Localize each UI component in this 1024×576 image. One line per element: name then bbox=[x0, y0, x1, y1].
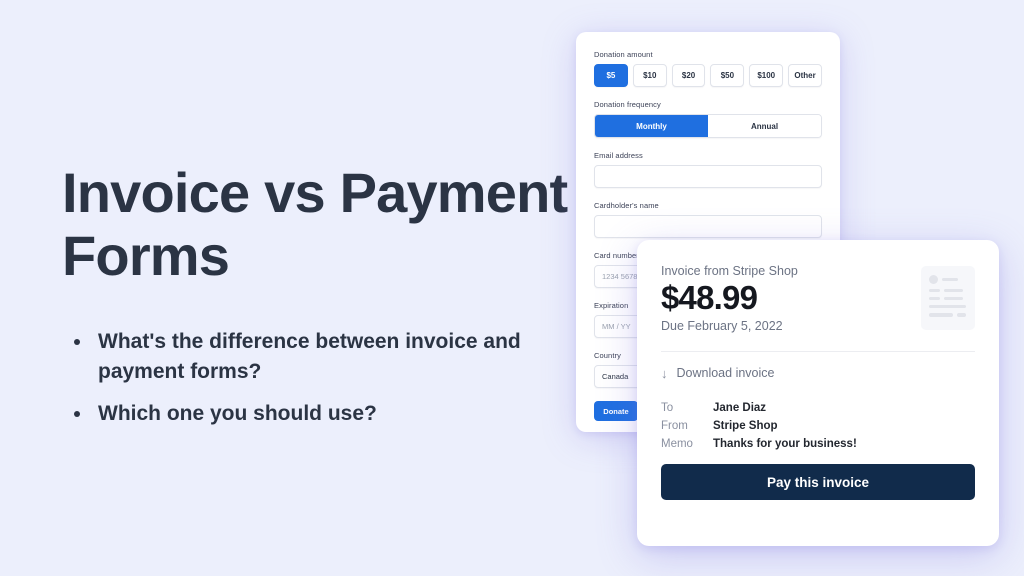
download-invoice-label: Download invoice bbox=[676, 366, 775, 381]
amount-option-50[interactable]: $50 bbox=[710, 64, 745, 87]
invoice-meta-row-to: To Jane Diaz bbox=[661, 402, 975, 414]
doc-bar bbox=[929, 289, 940, 292]
donate-button[interactable]: Donate bbox=[594, 401, 638, 421]
left-content: Invoice vs Payment Forms What's the diff… bbox=[62, 161, 582, 441]
divider bbox=[661, 351, 975, 353]
document-icon bbox=[921, 266, 975, 330]
meta-key: To bbox=[661, 402, 674, 415]
download-invoice-link[interactable]: ↓ Download invoice bbox=[661, 366, 975, 380]
doc-bar bbox=[942, 278, 958, 281]
donation-amount-label: Donation amount bbox=[594, 50, 653, 59]
cardholder-label: Cardholder's name bbox=[594, 201, 659, 210]
email-field[interactable] bbox=[594, 165, 822, 188]
list-item: Which one you should use? bbox=[62, 399, 562, 429]
amount-option-other[interactable]: Other bbox=[788, 64, 822, 87]
doc-bar bbox=[957, 313, 966, 317]
donation-frequency-label: Donation frequency bbox=[594, 100, 661, 109]
doc-bar bbox=[929, 297, 940, 300]
email-label: Email address bbox=[594, 151, 643, 160]
doc-icon-row bbox=[929, 289, 967, 292]
meta-value: Jane Diaz bbox=[713, 402, 767, 415]
amount-option-5[interactable]: $5 bbox=[594, 64, 628, 87]
doc-icon-row bbox=[929, 297, 967, 300]
slide-root: Invoice vs Payment Forms What's the diff… bbox=[0, 0, 1024, 576]
invoice-meta-row-memo: Memo Thanks for your business! bbox=[661, 438, 975, 450]
invoice-summary: Invoice from Stripe Shop $48.99 Due Febr… bbox=[661, 264, 798, 333]
meta-key: Memo bbox=[661, 438, 693, 451]
meta-value: Stripe Shop bbox=[713, 420, 778, 433]
doc-bar bbox=[929, 313, 953, 317]
doc-icon-row bbox=[929, 305, 967, 308]
invoice-meta-row-from: From Stripe Shop bbox=[661, 420, 975, 432]
meta-value: Thanks for your business! bbox=[713, 438, 857, 451]
invoice-header: Invoice from Stripe Shop $48.99 Due Febr… bbox=[661, 264, 975, 333]
cardholder-field[interactable] bbox=[594, 215, 822, 238]
doc-bar bbox=[929, 305, 966, 308]
arrow-down-icon: ↓ bbox=[661, 365, 668, 381]
pay-invoice-button[interactable]: Pay this invoice bbox=[661, 464, 975, 501]
amount-option-20[interactable]: $20 bbox=[671, 64, 706, 87]
bullet-list: What's the difference between invoice an… bbox=[62, 327, 582, 428]
doc-bar bbox=[944, 289, 963, 292]
amount-option-10[interactable]: $10 bbox=[632, 64, 667, 87]
meta-key: From bbox=[661, 420, 688, 433]
doc-avatar-dot bbox=[929, 275, 938, 284]
list-item: What's the difference between invoice an… bbox=[62, 327, 562, 387]
amount-option-100[interactable]: $100 bbox=[749, 64, 784, 87]
invoice-due-date: Due February 5, 2022 bbox=[661, 319, 783, 334]
donation-amount-options: $5 $10 $20 $50 $100 Other bbox=[594, 64, 822, 87]
invoice-merchant-line: Invoice from Stripe Shop bbox=[661, 264, 798, 278]
invoice-card: Invoice from Stripe Shop $48.99 Due Febr… bbox=[637, 240, 999, 546]
frequency-option-annual[interactable]: Annual bbox=[708, 115, 821, 137]
doc-icon-row bbox=[929, 275, 967, 284]
doc-bar bbox=[944, 297, 963, 300]
donation-frequency-toggle: Monthly Annual bbox=[594, 114, 822, 138]
frequency-option-monthly[interactable]: Monthly bbox=[595, 115, 708, 137]
invoice-amount: $48.99 bbox=[661, 279, 758, 316]
page-title: Invoice vs Payment Forms bbox=[62, 161, 568, 287]
doc-icon-row bbox=[929, 313, 967, 317]
